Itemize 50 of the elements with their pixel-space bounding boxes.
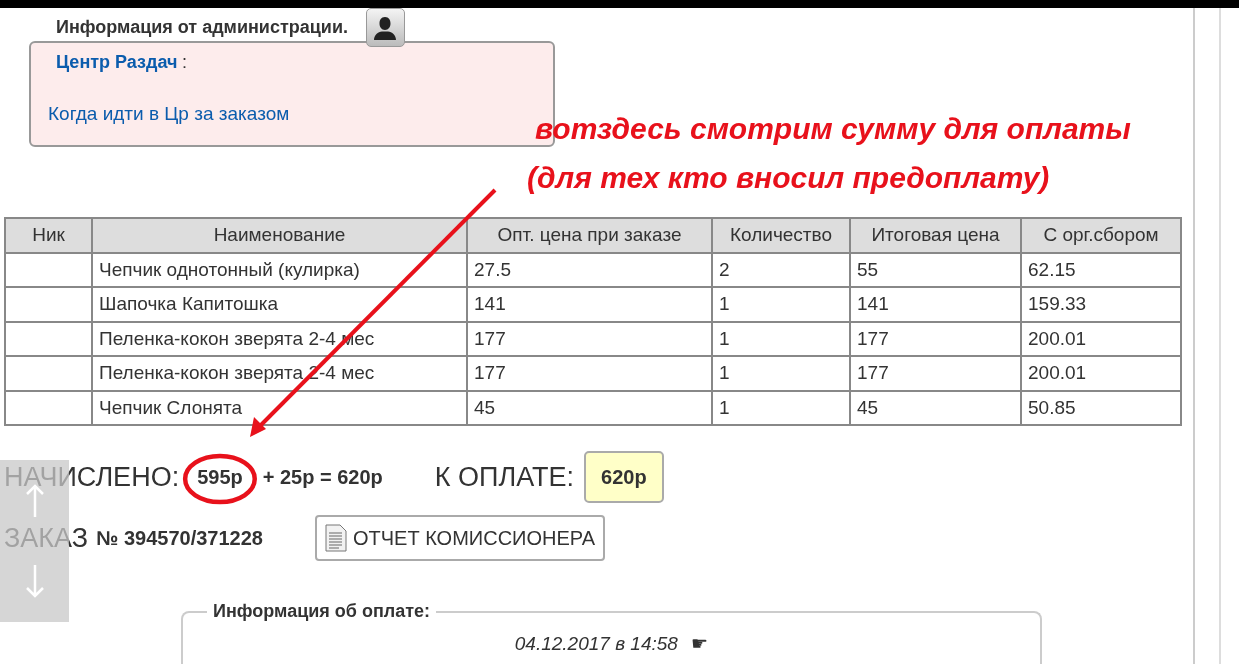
document-icon — [324, 524, 347, 552]
table-cell: 177 — [850, 321, 1021, 356]
column-header: Опт. цена при заказе — [467, 218, 712, 253]
table-cell: 1 — [712, 287, 850, 322]
table-cell: 50.85 — [1021, 390, 1181, 425]
user-icon-button[interactable] — [365, 8, 405, 47]
center-link[interactable]: Центр Раздач — [56, 52, 178, 72]
pay-label: К ОПЛАТЕ: — [434, 460, 575, 494]
pay-amount: 620р — [584, 451, 664, 503]
table-cell: 177 — [467, 356, 712, 391]
table-cell: 27.5 — [467, 252, 712, 287]
pickup-link[interactable]: Когда идти в Цр за заказом — [48, 100, 290, 129]
table-cell: 177 — [850, 356, 1021, 391]
order-label: ЗАКАЗ — [4, 521, 89, 555]
pointer-icon: ☛ — [691, 633, 709, 655]
report-button[interactable]: ОТЧЕТ КОМИССИОНЕРА — [314, 515, 606, 561]
table-cell: Чепчик Слонята — [92, 390, 467, 425]
arrow-down-icon — [24, 564, 45, 598]
column-header: Количество — [712, 218, 850, 253]
table-cell: 1 — [712, 356, 850, 391]
table-cell: 2 — [712, 252, 850, 287]
column-header: Ник — [5, 218, 92, 253]
user-icon — [372, 14, 399, 41]
table-cell: 55 — [850, 252, 1021, 287]
accrued-amount: 595р — [197, 465, 243, 490]
table-cell: 141 — [467, 287, 712, 322]
table-cell: 177 — [467, 321, 712, 356]
arrow-up-icon — [24, 484, 45, 518]
table-cell: 45 — [850, 390, 1021, 425]
annotation-text: вотздесь смотрим сумму для оплаты — [535, 114, 1131, 144]
table-cell: Шапочка Капитошка — [92, 287, 467, 322]
column-header: С орг.сбором — [1021, 218, 1181, 253]
annotation-text: (для тех кто вносил предоплату) — [527, 163, 1050, 193]
table-cell: 159.33 — [1021, 287, 1181, 322]
table-cell: 200.01 — [1021, 321, 1181, 356]
table-cell: 45 — [467, 390, 712, 425]
column-header: Итоговая цена — [850, 218, 1021, 253]
order-number: № 394570/371228 — [96, 526, 263, 551]
table-cell: 200.01 — [1021, 356, 1181, 391]
colon-text: : — [181, 52, 187, 72]
table-cell: Чепчик однотонный (кулирка) — [92, 252, 467, 287]
accrued-label: НАЧИСЛЕНО: — [4, 460, 180, 494]
table-cell: 141 — [850, 287, 1021, 322]
accrued-sum: + 25р = 620р — [262, 465, 383, 490]
section-title: Информация от администрации. — [56, 16, 348, 39]
table-cell: 1 — [712, 321, 850, 356]
column-header: Наименование — [92, 218, 467, 253]
table-cell: 62.15 — [1021, 252, 1181, 287]
payment-date: 04.12.2017 в 14:58 — [514, 633, 678, 655]
table-cell: 1 — [712, 390, 850, 425]
